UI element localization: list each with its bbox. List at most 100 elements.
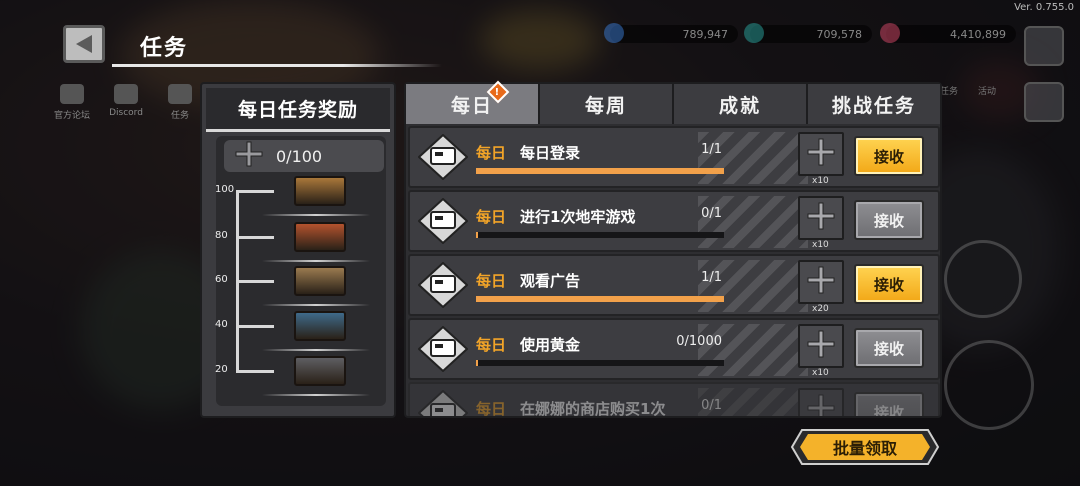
points-bar: 0/100 [224, 140, 384, 172]
task-count: 1/1 [701, 270, 722, 285]
reward-chest-icon[interactable] [294, 222, 346, 252]
back-button[interactable] [63, 25, 105, 63]
tab-bar: 每日 ! 每周 成就 挑战任务 [406, 80, 940, 124]
task-count: 0/1 [701, 398, 722, 413]
reward-item-box[interactable] [798, 324, 844, 368]
reward-chest-icon[interactable] [294, 311, 346, 341]
task-progress-fill [476, 232, 479, 238]
task-type: 每日 [476, 400, 507, 416]
chest-divider [262, 214, 370, 216]
currency-blue: 789,947 [604, 23, 738, 43]
cross-icon [806, 265, 836, 299]
reward-quantity: x10 [812, 176, 829, 186]
milestone-tick [236, 325, 274, 328]
tab-weekly[interactable]: 每周 [540, 84, 674, 124]
milestone-label: 100 [215, 184, 235, 195]
reward-chest-icon[interactable] [294, 266, 346, 296]
right-quest-shortcut[interactable]: 任务 [940, 84, 958, 97]
task-icon [417, 325, 469, 373]
task-count: 0/1 [701, 206, 722, 221]
task-row: 每日 在娜娜的商店购买1次 0/1 接收 [408, 382, 940, 416]
task-progress-bar [476, 232, 724, 238]
reward-quantity: x20 [812, 304, 829, 314]
quest-shortcut[interactable]: 任务 [158, 84, 202, 121]
teal-gem-icon [744, 23, 764, 43]
tab-achievements[interactable]: 成就 [674, 84, 808, 124]
chest-divider [262, 304, 370, 306]
chest-divider [262, 394, 370, 396]
task-icon [417, 261, 469, 309]
currency-teal: 709,578 [744, 23, 872, 43]
cross-icon [806, 329, 836, 363]
reward-quantity: x10 [812, 368, 829, 378]
task-list[interactable]: 每日 每日登录 1/1 x10 接收 每日 进行1次地牢游戏 0/1 x10 接收 每日 观看广告 1/… [406, 126, 940, 416]
forum-shortcut[interactable]: 官方论坛 [50, 84, 94, 121]
discord-shortcut[interactable]: Discord [104, 84, 148, 121]
milestone-tick [236, 236, 274, 239]
task-row: 每日 观看广告 1/1 x20 接收 [408, 254, 940, 316]
title-underline [112, 64, 442, 67]
chest-divider [262, 260, 370, 262]
task-name: 在娜娜的商店购买1次 [520, 400, 666, 416]
claim-button[interactable]: 接收 [854, 200, 924, 240]
task-count: 1/1 [701, 142, 722, 157]
side-button-mid[interactable] [1024, 82, 1064, 122]
attack-joystick[interactable] [944, 340, 1034, 430]
task-name: 观看广告 [520, 272, 581, 290]
skill-joystick[interactable] [944, 240, 1022, 318]
side-button-top[interactable] [1024, 26, 1064, 66]
back-arrow-icon [76, 35, 92, 53]
task-row: 每日 进行1次地牢游戏 0/1 x10 接收 [408, 190, 940, 252]
tab-daily[interactable]: 每日 ! [406, 80, 540, 124]
reward-chest-icon[interactable] [294, 356, 346, 386]
task-progress-bar [476, 168, 724, 174]
left-shortcuts: 官方论坛 Discord 任务 [50, 84, 202, 121]
reward-item-box[interactable] [798, 388, 844, 416]
chest-divider [262, 349, 370, 351]
reward-item-box[interactable] [798, 196, 844, 240]
claim-button[interactable]: 接收 [854, 264, 924, 304]
currency-red: 4,410,899 [880, 23, 1016, 43]
batch-claim-button[interactable]: 批量领取 [790, 428, 940, 466]
task-progress-fill [476, 168, 724, 174]
task-name: 使用黄金 [520, 336, 581, 354]
forum-icon [60, 84, 84, 104]
task-progress-fill [476, 360, 479, 366]
reward-item-box[interactable] [798, 260, 844, 304]
task-progress-fill [476, 296, 724, 302]
claim-button[interactable]: 接收 [854, 392, 924, 416]
milestone-tick [236, 370, 274, 373]
version-label: Ver. 0.755.0 [1014, 2, 1074, 13]
task-name: 进行1次地牢游戏 [520, 208, 636, 226]
blue-gem-icon [604, 23, 624, 43]
task-progress-bar [476, 360, 724, 366]
milestone-label: 60 [215, 274, 228, 285]
reward-chest-icon[interactable] [294, 176, 346, 206]
claim-button[interactable]: 接收 [854, 328, 924, 368]
milestone-label: 20 [215, 364, 228, 375]
task-type: 每日 [476, 272, 507, 290]
task-type: 每日 [476, 208, 507, 226]
tab-challenge[interactable]: 挑战任务 [808, 84, 940, 124]
task-progress-bar [476, 296, 724, 302]
reward-item-box[interactable] [798, 132, 844, 176]
reward-quantity: x10 [812, 240, 829, 250]
milestone-tick [236, 190, 274, 193]
milestone-tick [236, 280, 274, 283]
points-value: 0/100 [276, 146, 323, 166]
row-decoration [698, 196, 808, 248]
quest-icon [168, 84, 192, 104]
red-gem-icon [880, 23, 900, 43]
task-type: 每日 [476, 144, 507, 162]
row-decoration [698, 324, 808, 376]
cross-icon [806, 393, 836, 416]
discord-icon [114, 84, 138, 104]
milestone-label: 40 [215, 319, 228, 330]
task-icon [417, 197, 469, 245]
reward-panel-title: 每日任务奖励 [206, 88, 390, 132]
right-event-shortcut[interactable]: 活动 [978, 84, 996, 97]
task-count: 0/1000 [676, 334, 722, 349]
claim-button[interactable]: 接收 [854, 136, 924, 176]
row-decoration [698, 132, 808, 184]
task-type: 每日 [476, 336, 507, 354]
